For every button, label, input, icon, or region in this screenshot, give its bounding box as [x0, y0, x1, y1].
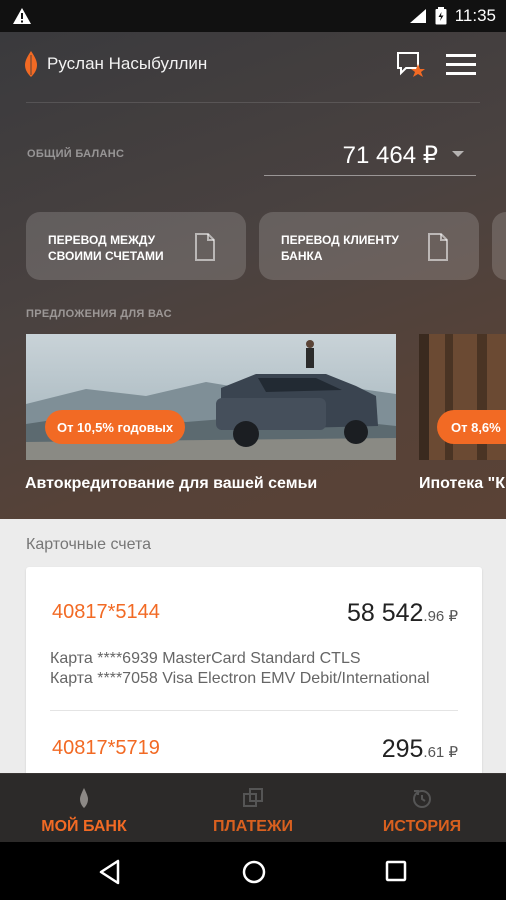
balance-value: 71 464 ₽ — [342, 142, 438, 169]
system-nav-bar — [0, 842, 506, 900]
bottom-nav: МОЙ БАНК ПЛАТЕЖИ ИСТОРИЯ — [0, 773, 506, 842]
tab-my-bank[interactable]: МОЙ БАНК — [24, 774, 144, 843]
warning-icon — [13, 8, 31, 24]
clock: 11:35 — [454, 6, 496, 25]
back-icon[interactable] — [98, 859, 122, 885]
offer-title[interactable]: Автокредитование для вашей семьи — [25, 475, 317, 493]
divider — [50, 710, 458, 711]
accounts-card: 40817*5144 58 542.96 ₽ Карта ****6939 Ma… — [26, 567, 482, 773]
quick-action-label: СВОИМИ СЧЕТАМИ — [48, 249, 164, 263]
offer-rate-badge: От 8,6% — [437, 410, 506, 444]
document-icon — [428, 233, 448, 261]
tab-label: ПЛАТЕЖИ — [213, 818, 293, 835]
tab-payments[interactable]: ПЛАТЕЖИ — [193, 774, 313, 843]
amount-integer: 58 542 — [346, 599, 424, 627]
offers-label: ПРЕДЛОЖЕНИЯ ДЛЯ ВАС — [26, 308, 172, 320]
payments-icon — [243, 788, 263, 807]
recents-icon[interactable] — [385, 860, 407, 882]
transfer-own-accounts-button[interactable]: ПЕРЕВОД МЕЖДУ СВОИМИ СЧЕТАМИ — [26, 212, 246, 280]
section-title: Карточные счета — [26, 536, 152, 553]
tab-label: ИСТОРИЯ — [382, 818, 462, 835]
accounts-section: Карточные счета 40817*5144 58 542.96 ₽ К… — [0, 519, 506, 773]
status-bar: 11:35 — [0, 0, 506, 32]
quick-action-label: БАНКА — [281, 249, 323, 263]
tab-history[interactable]: ИСТОРИЯ — [362, 774, 482, 843]
menu-icon[interactable] — [445, 52, 477, 78]
account-cards: Карта ****6939 MasterCard Standard CTLS … — [50, 649, 430, 689]
chevron-down-icon — [452, 151, 464, 157]
history-icon — [413, 790, 431, 808]
user-name: Руслан Насыбуллин — [47, 54, 208, 73]
home-icon[interactable] — [241, 859, 267, 885]
account-number[interactable]: 40817*5719 — [52, 737, 160, 760]
quick-action-label: ПЕРЕВОД КЛИЕНТУ — [281, 233, 399, 247]
balance-label: ОБЩИЙ БАЛАНС — [27, 148, 125, 160]
account-number[interactable]: 40817*5144 — [52, 601, 160, 624]
chat-icon[interactable] — [396, 50, 426, 80]
amount-integer: 295 — [381, 735, 424, 763]
account-balance: 58 542.96 ₽ — [347, 599, 458, 628]
divider — [26, 102, 480, 103]
tab-label: МОЙ БАНК — [41, 818, 127, 835]
card-line: Карта ****6939 MasterCard Standard CTLS — [50, 650, 361, 667]
balance-dropdown[interactable]: 71 464 ₽ — [264, 132, 476, 176]
account-balance: 295.61 ₽ — [382, 735, 458, 764]
amount-decimal: .61 ₽ — [423, 744, 458, 761]
top-bar: Руслан Насыбуллин — [0, 32, 506, 96]
hero-panel: Руслан Насыбуллин ОБЩИЙ БАЛАНС 71 464 ₽ … — [0, 32, 506, 519]
offer-title[interactable]: Ипотека "К — [419, 475, 505, 493]
offer-rate-badge: От 10,5% годовых — [45, 410, 185, 444]
quick-action-partial[interactable] — [492, 212, 506, 280]
document-icon — [195, 233, 215, 261]
amount-decimal: .96 ₽ — [423, 608, 458, 625]
bank-logo-icon — [25, 51, 37, 77]
bank-icon — [80, 788, 88, 808]
transfer-to-client-button[interactable]: ПЕРЕВОД КЛИЕНТУ БАНКА — [259, 212, 479, 280]
signal-icon — [409, 9, 426, 23]
battery-icon — [435, 7, 447, 25]
card-line: Карта ****7058 Visa Electron EMV Debit/I… — [50, 670, 430, 687]
quick-action-label: ПЕРЕВОД МЕЖДУ — [48, 233, 156, 247]
